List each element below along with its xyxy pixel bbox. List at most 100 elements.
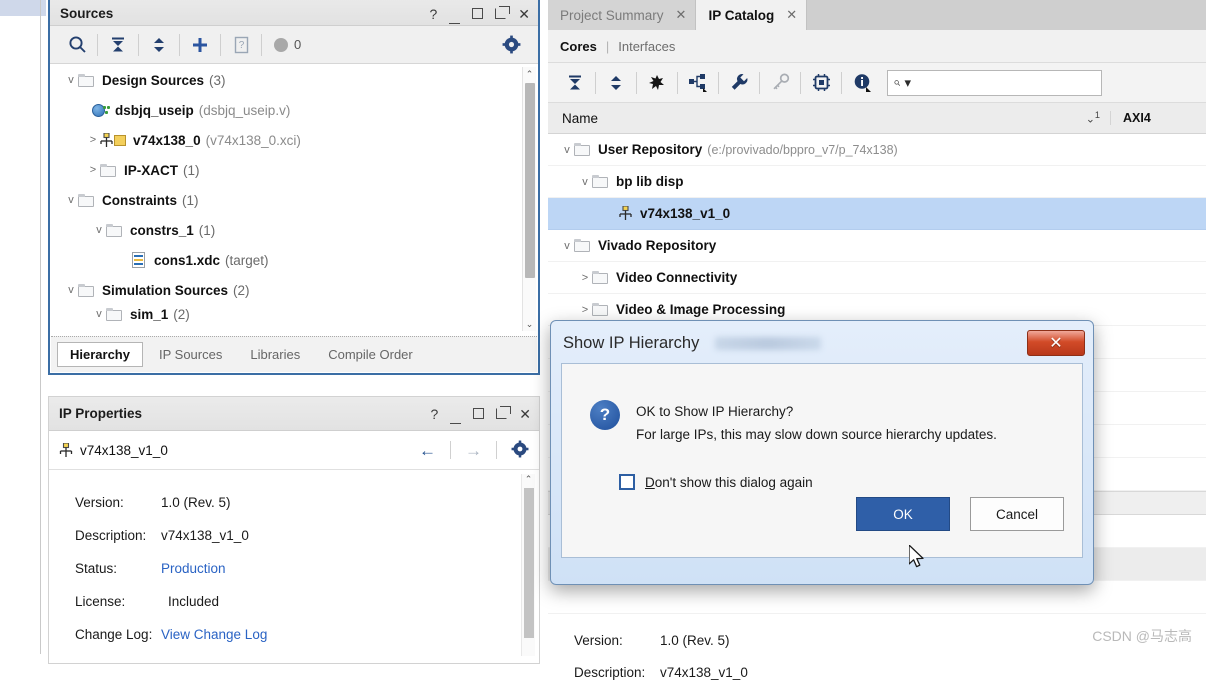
hierarchy-icon[interactable] <box>681 68 715 98</box>
ok-button[interactable]: OK <box>856 497 950 531</box>
close-icon[interactable]: ✕ <box>518 7 530 21</box>
property-value: 1.0 (Rev. 5) <box>660 632 730 648</box>
twisty-icon[interactable]: v <box>578 176 592 188</box>
maximize-icon[interactable] <box>472 7 484 21</box>
subtab-cores[interactable]: Cores <box>560 39 597 54</box>
twisty-icon[interactable]: v <box>560 144 574 156</box>
tree-row-ip-xact[interactable]: > IP-XACT (1) <box>50 155 538 185</box>
dialog-title-bar: Show IP Hierarchy ✕ <box>555 325 1089 361</box>
twisty-icon[interactable]: > <box>86 164 100 176</box>
verilog-file-icon <box>92 103 110 118</box>
scroll-up-icon[interactable]: ⌃ <box>524 474 533 485</box>
expand-all-icon[interactable] <box>142 30 176 60</box>
float-icon[interactable] <box>495 5 511 21</box>
tab-ip-sources[interactable]: IP Sources <box>147 343 234 366</box>
info-icon[interactable] <box>845 68 879 98</box>
search-dropdown-caret[interactable]: ▾ <box>904 75 911 91</box>
sources-panel-title: Sources <box>60 6 114 21</box>
dont-show-again-checkbox[interactable] <box>619 474 635 490</box>
gear-icon[interactable] <box>511 440 529 461</box>
tab-ip-catalog[interactable]: IP Catalog ✕ <box>696 0 808 30</box>
scroll-down-icon[interactable]: ⌄ <box>523 317 536 331</box>
help-icon[interactable]: ? <box>429 7 437 21</box>
nav-separator <box>496 441 497 459</box>
tree-item-suffix: (1) <box>183 162 200 178</box>
toolbar-separator <box>261 33 262 56</box>
tab-label: Project Summary <box>560 7 664 23</box>
twisty-icon[interactable]: v <box>92 308 106 320</box>
property-value-link[interactable]: View Change Log <box>161 627 267 642</box>
license-key-icon[interactable] <box>763 68 797 98</box>
group-by-icon[interactable] <box>640 68 674 98</box>
chip-icon[interactable] <box>804 68 838 98</box>
tree-row-design-sources[interactable]: v Design Sources (3) <box>50 65 538 95</box>
float-icon[interactable] <box>496 405 512 421</box>
close-icon[interactable]: ✕ <box>519 407 531 421</box>
report-icon[interactable]: ? <box>224 30 258 60</box>
tree-row-constrs-1[interactable]: v constrs_1 (1) <box>50 215 538 245</box>
dont-show-again-row[interactable]: Don't show this dialog again <box>562 446 1082 490</box>
sources-tree-scrollbar[interactable]: ⌃ ⌄ <box>522 67 536 331</box>
close-icon[interactable]: ✕ <box>1027 330 1085 356</box>
back-arrow-icon[interactable]: ← <box>419 442 436 459</box>
tab-project-summary[interactable]: Project Summary ✕ <box>548 0 697 30</box>
sort-indicator[interactable]: ⌄1 <box>1086 110 1110 126</box>
column-header-axi4[interactable]: AXI4 <box>1110 111 1206 125</box>
twisty-icon[interactable]: v <box>560 240 574 252</box>
tree-item-label: constrs_1 <box>130 222 194 238</box>
expand-all-icon[interactable] <box>599 68 633 98</box>
tree-row-sim-1[interactable]: v sim_1 (2) <box>50 305 538 323</box>
cancel-button[interactable]: Cancel <box>970 497 1064 531</box>
issue-badge[interactable]: 0 <box>265 30 317 60</box>
collapse-all-icon[interactable] <box>558 68 592 98</box>
catalog-row-video-connectivity[interactable]: > Video Connectivity <box>548 262 1206 294</box>
close-icon[interactable]: ✕ <box>786 7 797 23</box>
scrollbar-thumb[interactable] <box>525 83 535 278</box>
ip-properties-scrollbar[interactable]: ⌃ <box>521 474 535 656</box>
catalog-row-bp-lib-disp[interactable]: v bp lib disp <box>548 166 1206 198</box>
catalog-row-vivado-repository[interactable]: v Vivado Repository <box>548 230 1206 262</box>
tab-hierarchy[interactable]: Hierarchy <box>57 342 143 367</box>
tree-row-constraints[interactable]: v Constraints (1) <box>50 185 538 215</box>
tab-libraries[interactable]: Libraries <box>238 343 312 366</box>
tree-row-dsbjq-useip[interactable]: dsbjq_useip (dsbjq_useip.v) <box>50 95 538 125</box>
close-icon[interactable]: ✕ <box>676 7 687 23</box>
twisty-icon[interactable]: > <box>578 272 592 284</box>
tree-item-suffix: (3) <box>209 72 226 88</box>
add-sources-icon[interactable] <box>183 30 217 60</box>
catalog-row-user-repository[interactable]: v User Repository (e:/provivado/bppro_v7… <box>548 134 1206 166</box>
catalog-item-label: User Repository <box>598 142 703 157</box>
twisty-icon[interactable]: v <box>92 224 106 236</box>
catalog-row-v74x138-v1-0[interactable]: v74x138_v1_0 <box>548 198 1206 230</box>
twisty-icon[interactable]: v <box>64 194 78 206</box>
search-icon[interactable] <box>60 30 94 60</box>
tab-compile-order[interactable]: Compile Order <box>316 343 425 366</box>
gear-icon[interactable] <box>494 30 528 60</box>
collapse-all-icon[interactable] <box>101 30 135 60</box>
wrench-icon[interactable] <box>722 68 756 98</box>
tree-item-label: Constraints <box>102 192 178 208</box>
tree-row-simulation-sources[interactable]: v Simulation Sources (2) <box>50 275 538 305</box>
search-input[interactable] <box>915 74 1095 91</box>
minimize-icon[interactable] <box>449 7 461 24</box>
twisty-icon[interactable]: > <box>578 304 592 316</box>
maximize-icon[interactable] <box>473 407 485 421</box>
subtab-interfaces[interactable]: Interfaces <box>618 39 675 54</box>
svg-text:?: ? <box>238 40 244 51</box>
forward-arrow-icon[interactable]: → <box>465 442 482 459</box>
scrollbar-thumb[interactable] <box>524 488 534 638</box>
scroll-up-icon[interactable]: ⌃ <box>523 67 536 81</box>
help-icon[interactable]: ? <box>430 407 438 421</box>
toolbar-separator <box>595 71 596 94</box>
twisty-icon[interactable]: > <box>86 134 100 146</box>
tree-row-v74x138-0[interactable]: > v74x138_0 (v74x138_0.xci) <box>50 125 538 155</box>
tree-row-cons1-xdc[interactable]: cons1.xdc (target) <box>50 245 538 275</box>
minimize-icon[interactable] <box>450 407 462 424</box>
property-value-link[interactable]: Production <box>161 561 226 576</box>
twisty-icon[interactable]: v <box>64 284 78 296</box>
twisty-icon[interactable]: v <box>64 74 78 86</box>
sources-tree[interactable]: v Design Sources (3) dsbjq_useip (dsbjq_… <box>50 65 538 333</box>
catalog-search-box[interactable]: ▾ <box>887 69 1102 96</box>
column-header-name[interactable]: Name <box>548 111 1086 126</box>
tab-label: IP Catalog <box>708 7 775 23</box>
